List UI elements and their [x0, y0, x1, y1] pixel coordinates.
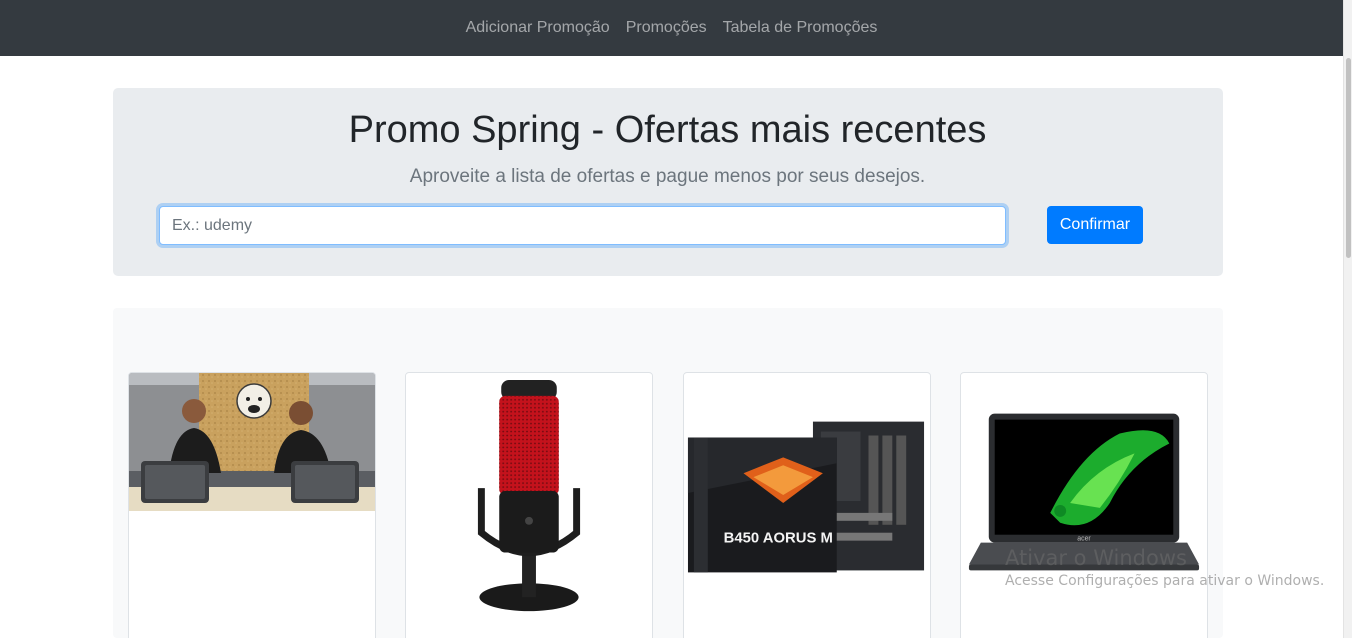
- nav-promotions[interactable]: Promoções: [626, 16, 707, 40]
- nav-promotions-table[interactable]: Tabela de Promoções: [723, 16, 878, 40]
- promotion-card[interactable]: acer: [960, 372, 1208, 638]
- promotion-card[interactable]: [405, 372, 653, 638]
- top-navbar: Adicionar Promoção Promoções Tabela de P…: [0, 0, 1343, 56]
- nav-add-promotion[interactable]: Adicionar Promoção: [466, 16, 610, 40]
- page-scrollbar[interactable]: [1343, 0, 1352, 638]
- windows-activation-subtitle: Acesse Configurações para ativar o Windo…: [1005, 573, 1325, 589]
- page-title: Promo Spring - Ofertas mais recentes: [348, 109, 987, 151]
- promotion-card[interactable]: B450 AORUS M: [683, 372, 931, 638]
- course-photo-image[interactable]: [129, 373, 375, 511]
- search-input[interactable]: [159, 206, 1006, 245]
- motherboard-image[interactable]: B450 AORUS M: [684, 373, 930, 623]
- promotion-card[interactable]: [128, 372, 376, 638]
- motherboard-box-label: B450 AORUS M: [724, 531, 833, 547]
- confirm-button[interactable]: Confirmar: [1047, 206, 1143, 244]
- laptop-brand-label: acer: [1077, 536, 1091, 543]
- microphone-image[interactable]: [406, 373, 652, 623]
- page-subtitle: Aproveite a lista de ofertas e pague men…: [409, 166, 926, 187]
- windows-activation-title: Ativar o Windows: [1005, 546, 1187, 570]
- scrollbar-thumb[interactable]: [1346, 58, 1351, 258]
